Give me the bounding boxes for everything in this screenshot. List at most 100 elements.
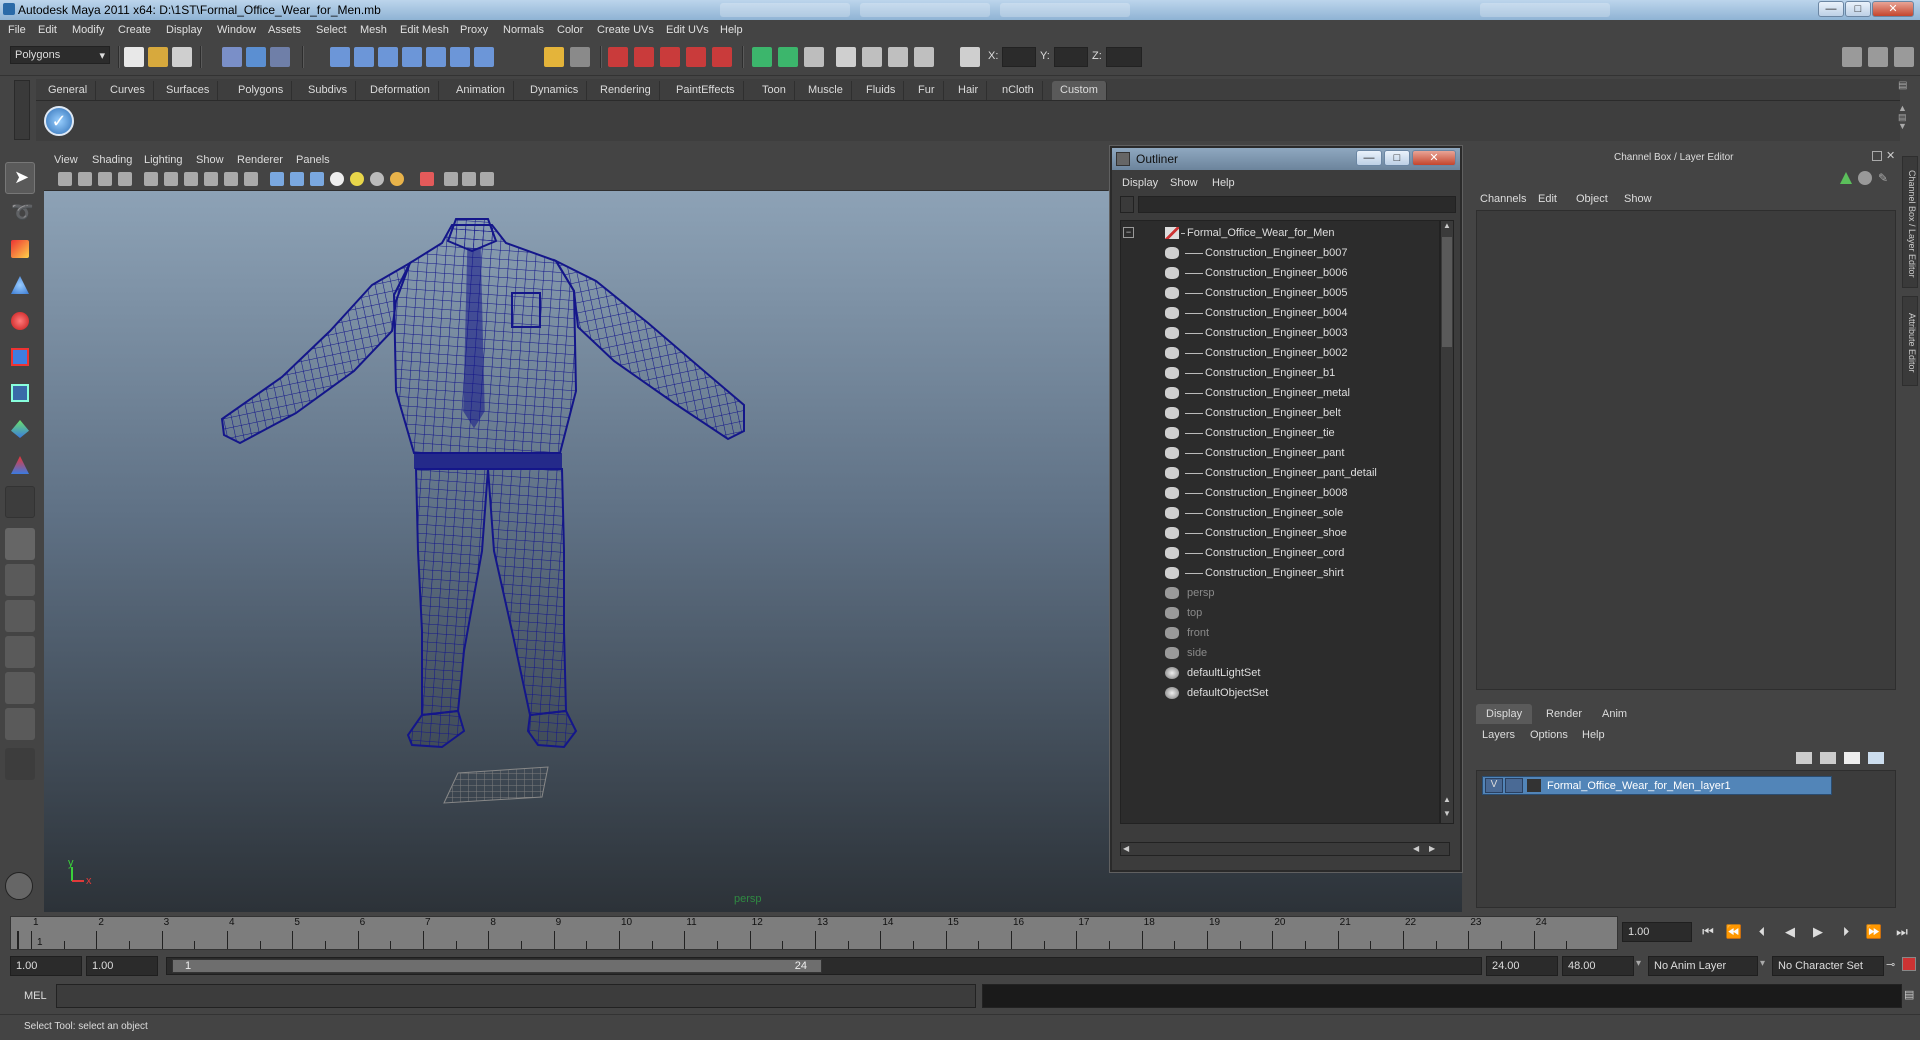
outliner-filter-icon[interactable] xyxy=(1120,196,1134,213)
tool-settings-icon[interactable] xyxy=(862,47,882,67)
y-field[interactable] xyxy=(1054,47,1088,67)
outliner-child-row[interactable]: Construction_Engineer_b006 xyxy=(1121,263,1439,283)
menu-help[interactable]: Help xyxy=(720,24,743,36)
menu-create-uvs[interactable]: Create UVs xyxy=(597,24,654,36)
channel-menu-channels[interactable]: Channels xyxy=(1480,193,1526,205)
outliner-child-row[interactable]: Construction_Engineer_cord xyxy=(1121,543,1439,563)
attribute-editor-icon[interactable] xyxy=(836,47,856,67)
outliner-minimize-button[interactable]: — xyxy=(1356,150,1382,166)
scroll-up-icon[interactable]: ▲ xyxy=(1443,795,1451,804)
use-all-lights-icon[interactable] xyxy=(390,172,404,186)
float-panel-icon[interactable] xyxy=(1872,151,1882,161)
layer-menu-options[interactable]: Options xyxy=(1530,729,1568,741)
checkmark-shelf-icon[interactable]: ✓ xyxy=(44,106,74,136)
shelf-tab-polygons[interactable]: Polygons xyxy=(230,81,293,100)
viewport-menu-lighting[interactable]: Lighting xyxy=(144,154,183,166)
scroll-right-icon[interactable]: ▶ xyxy=(1429,844,1435,853)
xray-joints-icon[interactable] xyxy=(444,172,458,186)
move-layer-down-icon[interactable] xyxy=(1820,752,1836,764)
outliner-graph-layout-icon[interactable] xyxy=(5,708,35,740)
menu-file[interactable]: File xyxy=(8,24,26,36)
film-gate-icon[interactable] xyxy=(164,172,178,186)
layer-menu-help[interactable]: Help xyxy=(1582,729,1605,741)
command-input[interactable] xyxy=(56,984,976,1008)
layer-editor-icon[interactable] xyxy=(914,47,934,67)
shelf-tab-toon[interactable]: Toon xyxy=(754,81,795,100)
scroll-up-icon[interactable]: ▲ xyxy=(1443,221,1451,230)
shelf-tab-ncloth[interactable]: nCloth xyxy=(994,81,1043,100)
z-field[interactable] xyxy=(1106,47,1142,67)
shelf-tab-rendering[interactable]: Rendering xyxy=(592,81,660,100)
outliner-menu-display[interactable]: Display xyxy=(1122,177,1158,189)
menu-modify[interactable]: Modify xyxy=(72,24,104,36)
outliner-set-row[interactable]: defaultObjectSet xyxy=(1121,683,1439,703)
go-to-start-icon[interactable]: ⏮ xyxy=(1698,924,1718,944)
play-forward-icon[interactable]: ▶ xyxy=(1808,924,1828,944)
script-editor-icon[interactable]: ▤ xyxy=(1904,988,1918,1004)
outliner-child-row[interactable]: Construction_Engineer_b008 xyxy=(1121,483,1439,503)
default-lighting-icon[interactable] xyxy=(350,172,364,186)
anim-prefs-icon[interactable] xyxy=(1902,957,1916,971)
field-chart-icon[interactable] xyxy=(224,172,238,186)
shelf-tab-hair[interactable]: Hair xyxy=(950,81,988,100)
select-component-icon[interactable] xyxy=(270,47,290,67)
layer-menu-layers[interactable]: Layers xyxy=(1482,729,1515,741)
outliner-child-row[interactable]: Construction_Engineer_belt xyxy=(1121,403,1439,423)
outliner-child-row[interactable]: Construction_Engineer_shirt xyxy=(1121,563,1439,583)
menu-assets[interactable]: Assets xyxy=(268,24,301,36)
snap-grid-icon[interactable] xyxy=(330,47,350,67)
viewport-menu-shading[interactable]: Shading xyxy=(92,154,132,166)
key-icon[interactable] xyxy=(1840,172,1852,184)
outliner-camera-row[interactable]: persp xyxy=(1121,583,1439,603)
outliner-menu-show[interactable]: Show xyxy=(1170,177,1198,189)
layer-tab-display[interactable]: Display xyxy=(1476,704,1533,724)
persp-outliner-layout-icon[interactable] xyxy=(5,600,35,632)
scroll-thumb[interactable] xyxy=(1442,237,1452,347)
close-button[interactable]: ✕ xyxy=(1872,1,1914,17)
shelf-tab-dynamics[interactable]: Dynamics xyxy=(522,81,588,100)
render-current-icon[interactable] xyxy=(608,47,628,67)
image-plane-icon[interactable] xyxy=(118,172,132,186)
soft-mod-tool-icon[interactable] xyxy=(5,414,35,446)
open-scene-icon[interactable] xyxy=(148,47,168,67)
viewport-menu-panels[interactable]: Panels xyxy=(296,154,330,166)
four-view-layout-icon[interactable] xyxy=(5,564,35,596)
toggle-panel-icon[interactable] xyxy=(1842,47,1862,67)
shelf-options-icon[interactable]: ▤ xyxy=(1898,80,1912,94)
shelf-tab-deformation[interactable]: Deformation xyxy=(362,81,439,100)
snap-surface-icon[interactable] xyxy=(402,47,422,67)
outliner-child-row[interactable]: Construction_Engineer_b007 xyxy=(1121,243,1439,263)
outliner-search-input[interactable] xyxy=(1138,196,1456,213)
outliner-camera-row[interactable]: front xyxy=(1121,623,1439,643)
close-panel-icon[interactable]: ✕ xyxy=(1886,149,1895,162)
play-backward-icon[interactable]: ◀ xyxy=(1780,924,1800,944)
outliner-menu-help[interactable]: Help xyxy=(1212,177,1235,189)
ipr-render-icon[interactable] xyxy=(634,47,654,67)
outliner-camera-row[interactable]: top xyxy=(1121,603,1439,623)
universal-manipulator-icon[interactable] xyxy=(5,378,35,410)
shelf-menu-button[interactable] xyxy=(14,80,30,140)
shelf-tab-curves[interactable]: Curves xyxy=(102,81,154,100)
outliner-close-button[interactable]: ✕ xyxy=(1412,150,1456,166)
camera-select-icon[interactable] xyxy=(58,172,72,186)
menu-proxy[interactable]: Proxy xyxy=(460,24,488,36)
persp-graph-layout-icon[interactable] xyxy=(5,636,35,668)
outliner-child-row[interactable]: Construction_Engineer_b1 xyxy=(1121,363,1439,383)
anim-layer-dropdown[interactable]: No Anim Layer xyxy=(1648,956,1758,976)
hud-icon[interactable] xyxy=(480,172,494,186)
outliner-horizontal-scrollbar[interactable]: ◀ ◀ ▶ xyxy=(1120,842,1450,856)
outliner-root-row[interactable]: − Formal_Office_Wear_for_Men xyxy=(1121,223,1439,243)
menu-window[interactable]: Window xyxy=(217,24,256,36)
outliner-child-row[interactable]: Construction_Engineer_b003 xyxy=(1121,323,1439,343)
outliner-child-row[interactable]: Construction_Engineer_sole xyxy=(1121,503,1439,523)
new-layer-selected-icon[interactable] xyxy=(1868,752,1884,764)
scale-tool-icon[interactable] xyxy=(5,342,35,374)
channel-menu-edit[interactable]: Edit xyxy=(1538,193,1557,205)
snap-help-icon[interactable] xyxy=(474,47,494,67)
scroll-left-icon[interactable]: ◀ xyxy=(1123,844,1129,853)
layer-tab-anim[interactable]: Anim xyxy=(1592,704,1637,724)
save-scene-icon[interactable] xyxy=(172,47,192,67)
viewport-menu-renderer[interactable]: Renderer xyxy=(237,154,283,166)
pin-icon[interactable]: ✎ xyxy=(1878,171,1888,185)
select-tool-icon[interactable]: ➤ xyxy=(5,162,35,194)
